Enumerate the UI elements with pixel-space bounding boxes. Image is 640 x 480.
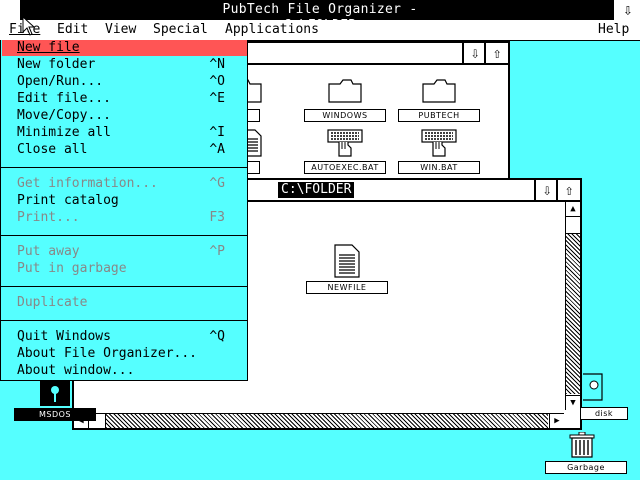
keyboard-hand-icon <box>327 129 363 157</box>
menu-item-accelerator: ^N <box>209 57 225 72</box>
menu-item-label: Close all <box>17 142 88 157</box>
system-menu-button[interactable] <box>0 0 21 20</box>
msdos-icon <box>40 380 70 406</box>
app-titlebar[interactable]: PubTech File Organizer - C:\FOLDER ⇩ <box>0 0 640 33</box>
desktop-icon-garbage[interactable]: Garbage <box>545 432 627 474</box>
horizontal-scroll-track[interactable] <box>106 414 548 428</box>
app-minimize-button[interactable]: ⇩ <box>612 0 640 20</box>
menu-item-accelerator: ^I <box>209 125 225 140</box>
icon-label: PUBTECH <box>398 109 480 122</box>
icon-label: WINDOWS <box>304 109 386 122</box>
menu-item-label: Duplicate <box>17 295 88 310</box>
menu-item-accelerator: ^E <box>209 91 225 106</box>
app-title: PubTech File Organizer - C:\FOLDER <box>183 2 457 33</box>
menu-item-label: Quit Windows <box>17 329 111 344</box>
menu-edit[interactable]: Edit <box>57 22 88 38</box>
vertical-scroll-thumb[interactable] <box>566 217 580 234</box>
horizontal-scrollbar[interactable]: ◀ ▶ <box>74 413 564 428</box>
menu-item-put-away[interactable]: Put away ^P <box>17 244 235 260</box>
icon-label: Garbage <box>545 461 627 474</box>
file-menu-dropdown: New file New folder ^N Open/Run... ^O Ed… <box>0 40 248 381</box>
window-title: C:\FOLDER <box>278 182 355 198</box>
menu-help[interactable]: Help <box>598 22 629 38</box>
menu-item-print-catalog[interactable]: Print catalog <box>17 193 235 209</box>
menu-item-label: About window... <box>17 363 135 378</box>
desktop-icon-disk[interactable]: disk <box>580 372 628 420</box>
menu-item-label: Move/Copy... <box>17 108 111 123</box>
menu-item-get-information[interactable]: Get information... ^G <box>17 176 235 192</box>
keyboard-hand-icon <box>421 129 457 157</box>
menu-special[interactable]: Special <box>153 22 208 38</box>
scroll-up-arrow[interactable]: ▲ <box>566 202 580 217</box>
menu-item-accelerator: F3 <box>209 210 225 225</box>
menu-item-accelerator: ^A <box>209 142 225 157</box>
menu-item-about-window[interactable]: About window... <box>17 363 235 379</box>
scroll-right-arrow[interactable]: ▶ <box>549 414 564 428</box>
menu-item-edit-file[interactable]: Edit file... ^E <box>17 91 235 107</box>
menu-item-move-copy[interactable]: Move/Copy... <box>17 108 235 124</box>
menu-item-new-folder[interactable]: New folder ^N <box>17 57 235 73</box>
menu-item-label: New file <box>17 40 80 55</box>
menu-separator <box>1 286 247 287</box>
vertical-scrollbar[interactable]: ▲ ▼ <box>565 202 580 410</box>
back-window-maximize-button[interactable]: ⇧ <box>484 43 508 63</box>
desktop-icon-msdos[interactable]: MSDOS <box>14 380 96 421</box>
disk-drive-icon <box>583 373 603 401</box>
menu-item-accelerator: ^Q <box>209 329 225 344</box>
menu-item-accelerator: ^O <box>209 74 225 89</box>
menu-item-label: Minimize all <box>17 125 111 140</box>
file-icon-newfile[interactable]: NEWFILE <box>306 244 388 294</box>
menu-item-label: Print catalog <box>17 193 119 208</box>
back-icon-pubtech[interactable]: PUBTECH <box>398 79 480 122</box>
menu-view[interactable]: View <box>105 22 136 38</box>
icon-label: MSDOS <box>14 408 96 421</box>
menu-item-print[interactable]: Print... F3 <box>17 210 235 226</box>
folder-icon <box>328 79 362 103</box>
menu-item-accelerator: ^P <box>209 244 225 259</box>
menu-item-label: Get information... <box>17 176 158 191</box>
icon-label: NEWFILE <box>306 281 388 294</box>
menu-item-label: Edit file... <box>17 91 111 106</box>
back-window-minimize-button[interactable]: ⇩ <box>462 43 486 63</box>
back-icon-winbat[interactable]: WIN.BAT <box>398 129 480 174</box>
garbage-can-icon <box>569 432 595 458</box>
folder-window-maximize-button[interactable]: ⇧ <box>556 180 580 200</box>
menu-bar: File Edit View Special Applications Help <box>0 20 640 41</box>
menu-item-about-file-organizer[interactable]: About File Organizer... <box>17 346 235 362</box>
menu-item-duplicate[interactable]: Duplicate <box>17 295 235 311</box>
menu-item-close-all[interactable]: Close all ^A <box>17 142 235 158</box>
document-icon <box>334 244 360 278</box>
menu-item-accelerator: ^G <box>209 176 225 191</box>
menu-applications[interactable]: Applications <box>225 22 319 38</box>
menu-item-quit-windows[interactable]: Quit Windows ^Q <box>17 329 235 345</box>
icon-label: disk <box>580 407 628 420</box>
menu-item-label: New folder <box>17 57 96 72</box>
menu-item-minimize-all[interactable]: Minimize all ^I <box>17 125 235 141</box>
menu-item-new-file[interactable]: New file <box>2 40 247 56</box>
menu-item-label: Open/Run... <box>17 74 104 89</box>
mouse-cursor-icon <box>22 16 36 36</box>
back-icon-windows[interactable]: WINDOWS <box>304 79 386 122</box>
menu-separator <box>1 235 247 236</box>
back-icon-autoexec[interactable]: AUTOEXEC.BAT <box>304 129 386 174</box>
folder-icon <box>422 79 456 103</box>
menu-item-label: Put in garbage <box>17 261 127 276</box>
menu-separator <box>1 167 247 168</box>
menu-item-label: Print... <box>17 210 80 225</box>
menu-item-put-in-garbage[interactable]: Put in garbage <box>17 261 235 277</box>
icon-label: AUTOEXEC.BAT <box>304 161 386 174</box>
menu-item-label: Put away <box>17 244 80 259</box>
scroll-down-arrow[interactable]: ▼ <box>566 395 580 410</box>
menu-item-open-run[interactable]: Open/Run... ^O <box>17 74 235 90</box>
icon-label: WIN.BAT <box>398 161 480 174</box>
menu-item-label: About File Organizer... <box>17 346 198 361</box>
menu-separator <box>1 320 247 321</box>
folder-window-minimize-button[interactable]: ⇩ <box>534 180 558 200</box>
vertical-scroll-track[interactable] <box>566 234 580 394</box>
